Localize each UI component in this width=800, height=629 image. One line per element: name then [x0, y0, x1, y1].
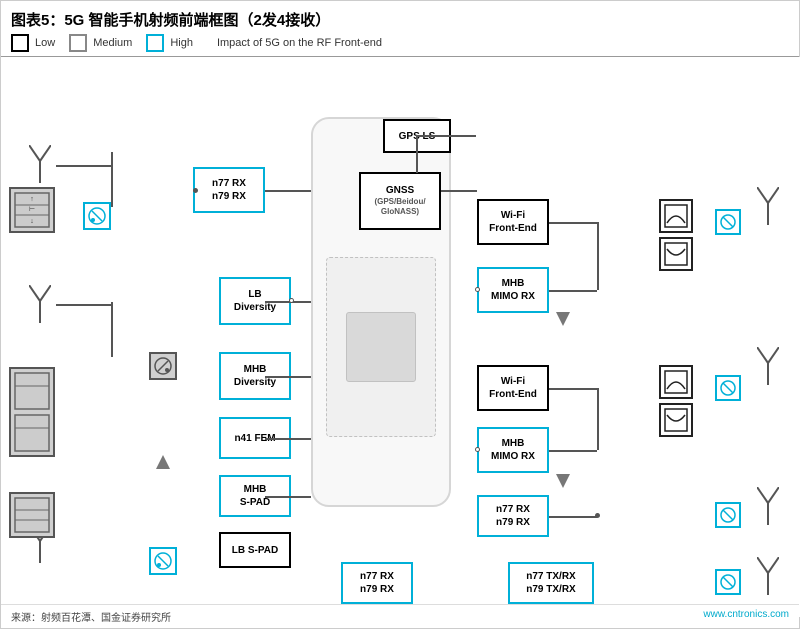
footer: 来源：射频百花潭、国金证券研究所 www.cntronics.com [1, 604, 799, 628]
switch-right-3 [715, 502, 741, 528]
triangle-left-mid [156, 455, 170, 469]
lb-comp-mid1 [9, 367, 55, 457]
switch-icon-3 [152, 550, 174, 572]
legend-low-label: Low [35, 37, 55, 49]
switch-top-left [83, 202, 111, 230]
legend-medium-label: Medium [93, 37, 132, 49]
triangle-right-mid [556, 312, 570, 326]
antenna-top-right [757, 187, 779, 225]
switch-right-txrx [715, 569, 741, 595]
n77-txrx: n77 TX/RX n79 TX/RX [508, 562, 594, 604]
line-n77-left [265, 190, 311, 192]
switch-mid-right-2 [659, 403, 693, 437]
triangle-right-mid2 [556, 474, 570, 488]
antenna-left-2 [29, 285, 51, 323]
mhb-mimo-rx-2: MHB MIMO RX [477, 427, 549, 473]
chip-board [346, 312, 416, 382]
svg-text:↑: ↑ [30, 196, 34, 203]
filter-icon-1 [663, 203, 689, 229]
switch-mid-right-1 [659, 365, 693, 399]
phone-chip [326, 257, 436, 437]
line-wifi-1-r [549, 222, 597, 224]
filter-icon-2 [663, 241, 689, 267]
page-title: 图表5：5G 智能手机射频前端框图（2发4接收） [11, 9, 789, 30]
switch-top-right-1 [659, 199, 693, 233]
legend-low-box [11, 34, 29, 52]
line-mimo-2-r [549, 450, 597, 452]
legend-high-box [146, 34, 164, 52]
component-icon-3 [13, 496, 51, 534]
lb-comp-bot [9, 492, 55, 538]
lb-comp-top: ↑ ⊢ ↓ [9, 187, 55, 233]
mhb-mimo-rx-1: MHB MIMO RX [477, 267, 549, 313]
switch-r4 [718, 572, 738, 592]
hline-left-2 [56, 304, 111, 306]
line-mimo-1-r [549, 290, 597, 292]
junction-dot-1 [193, 188, 198, 193]
n77-rx-bottom: n77 RX n79 RX [341, 562, 413, 604]
antenna-right-3 [757, 487, 779, 525]
filter-icon-3 [663, 369, 689, 395]
footer-website: www.cntronics.com [703, 609, 789, 624]
vline-right-1 [597, 222, 599, 290]
switch-r1 [718, 212, 738, 232]
page-container: 图表5：5G 智能手机射频前端框图（2发4接收） Low Medium High… [0, 0, 800, 629]
switch-icon-2 [152, 355, 174, 377]
wifi-frontend-1: Wi-Fi Front-End [477, 199, 549, 245]
hline-left-1 [56, 165, 111, 167]
junction-dot-2 [595, 513, 600, 518]
antenna-top-left [29, 145, 51, 183]
svg-text:↓: ↓ [30, 218, 34, 225]
n77-rx-right: n77 RX n79 RX [477, 495, 549, 537]
switch-right-1 [715, 209, 741, 235]
line-gnss-h [441, 190, 477, 192]
switch-icon [86, 205, 108, 227]
svg-text:⊢: ⊢ [29, 206, 35, 213]
line-mhb-div [265, 376, 311, 378]
vline-left-1 [111, 152, 113, 207]
legend-impact-text: Impact of 5G on the RF Front-end [217, 37, 382, 49]
junction-dot-hollow-1 [289, 298, 294, 303]
gnss-sub: (GPS/Beidou/GloNASS) [374, 197, 425, 216]
diagram-area: ↑ ⊢ ↓ [1, 57, 800, 617]
vline-right-2 [597, 388, 599, 450]
switch-right-2 [715, 375, 741, 401]
line-lb-div [265, 301, 311, 303]
junction-dot-hollow-2 [475, 287, 480, 292]
legend-medium-box [69, 34, 87, 52]
wifi-frontend-2: Wi-Fi Front-End [477, 365, 549, 411]
footer-source: 来源：射频百花潭、国金证券研究所 [11, 609, 171, 624]
gnss-label: GNSS [374, 185, 425, 197]
antenna-right-2 [757, 347, 779, 385]
filter-icon-4 [663, 407, 689, 433]
n77-rx-top: n77 RX n79 RX [193, 167, 265, 213]
component-icon: ↑ ⊢ ↓ [13, 191, 51, 229]
antenna-right-4 [757, 557, 779, 595]
line-n41-fem [265, 438, 311, 440]
switch-mid-left [149, 352, 177, 380]
legend-high-label: High [170, 37, 193, 49]
switch-r2 [718, 378, 738, 398]
lb-spad: LB S-PAD [219, 532, 291, 568]
switch-top-right-2 [659, 237, 693, 271]
line-gps-vertical [416, 135, 418, 173]
switch-r3 [718, 505, 738, 525]
line-mhb-spad [265, 496, 311, 498]
gnss-block: GNSS (GPS/Beidou/GloNASS) [359, 172, 441, 230]
vline-left-2 [111, 302, 113, 357]
line-n77-r-r [549, 516, 597, 518]
line-wifi-2-r [549, 388, 597, 390]
line-gps-top [416, 135, 476, 137]
switch-bot-left [149, 547, 177, 575]
legend: Low Medium High Impact of 5G on the RF F… [11, 34, 789, 52]
header: 图表5：5G 智能手机射频前端框图（2发4接收） Low Medium High… [1, 1, 799, 57]
component-icon-2 [13, 371, 51, 453]
junction-dot-hollow-3 [475, 447, 480, 452]
